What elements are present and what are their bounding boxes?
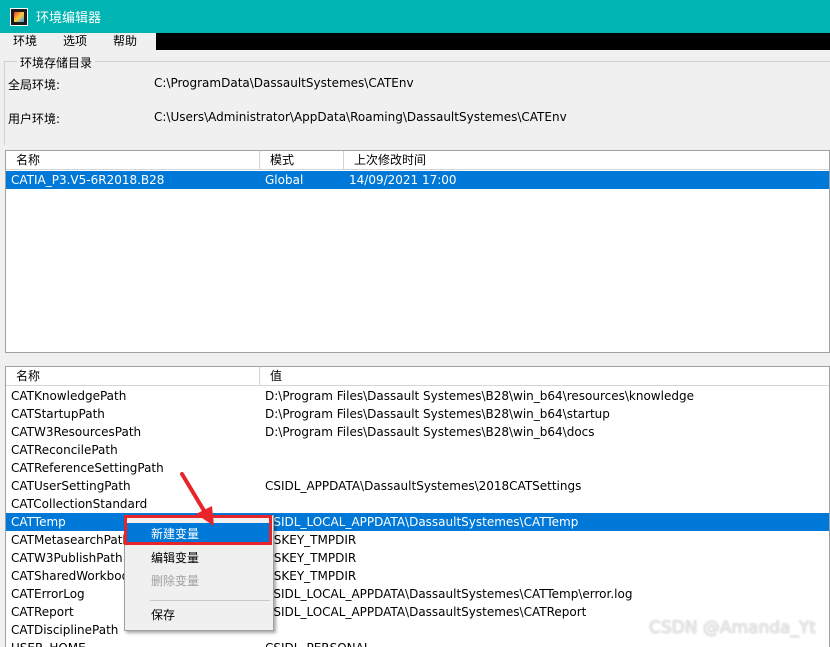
delete-variable-label: 删除变量	[151, 574, 200, 588]
header-name[interactable]: 名称	[6, 151, 260, 170]
var-name: CATW3PublishPath	[11, 551, 123, 565]
user-env-path: C:\Users\Administrator\AppData\Roaming\D…	[154, 110, 567, 124]
edit-variable-menu-item[interactable]: 编辑变量	[127, 547, 272, 569]
title-bar: 环境编辑器	[0, 0, 830, 33]
variable-row[interactable]: CATReconcilePath	[6, 441, 829, 459]
app-icon	[10, 7, 28, 26]
var-value: USKEY_TMPDIR	[265, 551, 357, 565]
var-value: CSIDL_LOCAL_APPDATA\DassaultSystemes\CAT…	[265, 605, 587, 619]
var-name: CATStartupPath	[11, 407, 105, 421]
var-name: CATDisciplinePath	[11, 623, 119, 637]
var-value: USKEY_TMPDIR	[265, 569, 357, 583]
delete-variable-menu-item: 删除变量	[127, 570, 272, 592]
var-name: USER_HOME	[11, 639, 86, 647]
var-value: D:\Program Files\Dassault Systemes\B28\w…	[265, 425, 595, 439]
environment-row[interactable]: CATIA_P3.V5-6R2018.B28 Global 14/09/2021…	[6, 171, 829, 189]
variable-row[interactable]: CATStartupPath D:\Program Files\Dassault…	[6, 405, 829, 423]
save-label: 保存	[151, 608, 176, 622]
header-modified[interactable]: 上次修改时间	[344, 151, 829, 170]
var-name: CATW3ResourcesPath	[11, 425, 142, 439]
var-name: CATErrorLog	[11, 587, 85, 601]
variable-list-header: 名称 值	[6, 367, 829, 386]
var-value: CSIDL_PERSONAL	[265, 639, 371, 647]
context-menu-separator	[150, 600, 270, 601]
menu-bar: 环境 选项 帮助	[0, 33, 830, 50]
storage-legend: 环境存储目录	[17, 54, 96, 71]
env-name: CATIA_P3.V5-6R2018.B28	[11, 173, 165, 187]
menu-environment[interactable]: 环境	[0, 33, 50, 50]
global-env-label: 全局环境:	[8, 78, 61, 92]
environment-list[interactable]: 名称 模式 上次修改时间 CATIA_P3.V5-6R2018.B28 Glob…	[5, 150, 830, 353]
header-mode[interactable]: 模式	[260, 151, 344, 170]
storage-groupbox: 环境存储目录	[4, 54, 830, 145]
edit-variable-label: 编辑变量	[151, 551, 200, 565]
env-modified: 14/09/2021 17:00	[349, 173, 457, 187]
variable-row[interactable]: CATKnowledgePath D:\Program Files\Dassau…	[6, 387, 829, 405]
var-name: CATMetasearchPath	[11, 533, 131, 547]
var-name: CATReferenceSettingPath	[11, 461, 164, 475]
var-value: USKEY_TMPDIR	[265, 533, 357, 547]
var-name: CATUserSettingPath	[11, 479, 131, 493]
environment-list-header: 名称 模式 上次修改时间	[6, 151, 829, 170]
menu-help[interactable]: 帮助	[100, 33, 150, 50]
header-var-name[interactable]: 名称	[6, 367, 260, 386]
variable-row[interactable]: CATCollectionStandard	[6, 495, 829, 513]
var-name: CATKnowledgePath	[11, 389, 127, 403]
context-menu: 新建变量 编辑变量 删除变量 保存	[124, 515, 274, 631]
user-env-label: 用户环境:	[8, 112, 61, 126]
variable-row[interactable]: CATUserSettingPath CSIDL_APPDATA\Dassaul…	[6, 477, 829, 495]
header-var-value[interactable]: 值	[260, 367, 829, 386]
variable-row[interactable]: USER_HOME CSIDL_PERSONAL	[6, 639, 829, 647]
env-mode: Global	[265, 173, 304, 187]
variable-row[interactable]: CATReferenceSettingPath	[6, 459, 829, 477]
var-name: CATCollectionStandard	[11, 497, 148, 511]
save-menu-item[interactable]: 保存	[127, 604, 272, 626]
var-value: CSIDL_LOCAL_APPDATA\DassaultSystemes\CAT…	[265, 515, 579, 529]
red-arrow-icon	[180, 472, 214, 526]
global-env-path: C:\ProgramData\DassaultSystemes\CATEnv	[154, 76, 414, 90]
var-name: CATReconcilePath	[11, 443, 118, 457]
new-variable-label: 新建变量	[151, 527, 200, 541]
variable-row[interactable]: CATW3ResourcesPath D:\Program Files\Dass…	[6, 423, 829, 441]
menu-options[interactable]: 选项	[50, 33, 100, 50]
var-value: CSIDL_LOCAL_APPDATA\DassaultSystemes\CAT…	[265, 587, 633, 601]
var-value: D:\Program Files\Dassault Systemes\B28\w…	[265, 389, 694, 403]
watermark: CSDN @Amanda_Yt	[648, 618, 816, 638]
var-value: CSIDL_APPDATA\DassaultSystemes\2018CATSe…	[265, 479, 582, 493]
var-value: D:\Program Files\Dassault Systemes\B28\w…	[265, 407, 610, 421]
window-title: 环境编辑器	[36, 11, 102, 26]
var-name: CATTemp	[11, 515, 66, 529]
var-name: CATReport	[11, 605, 74, 619]
